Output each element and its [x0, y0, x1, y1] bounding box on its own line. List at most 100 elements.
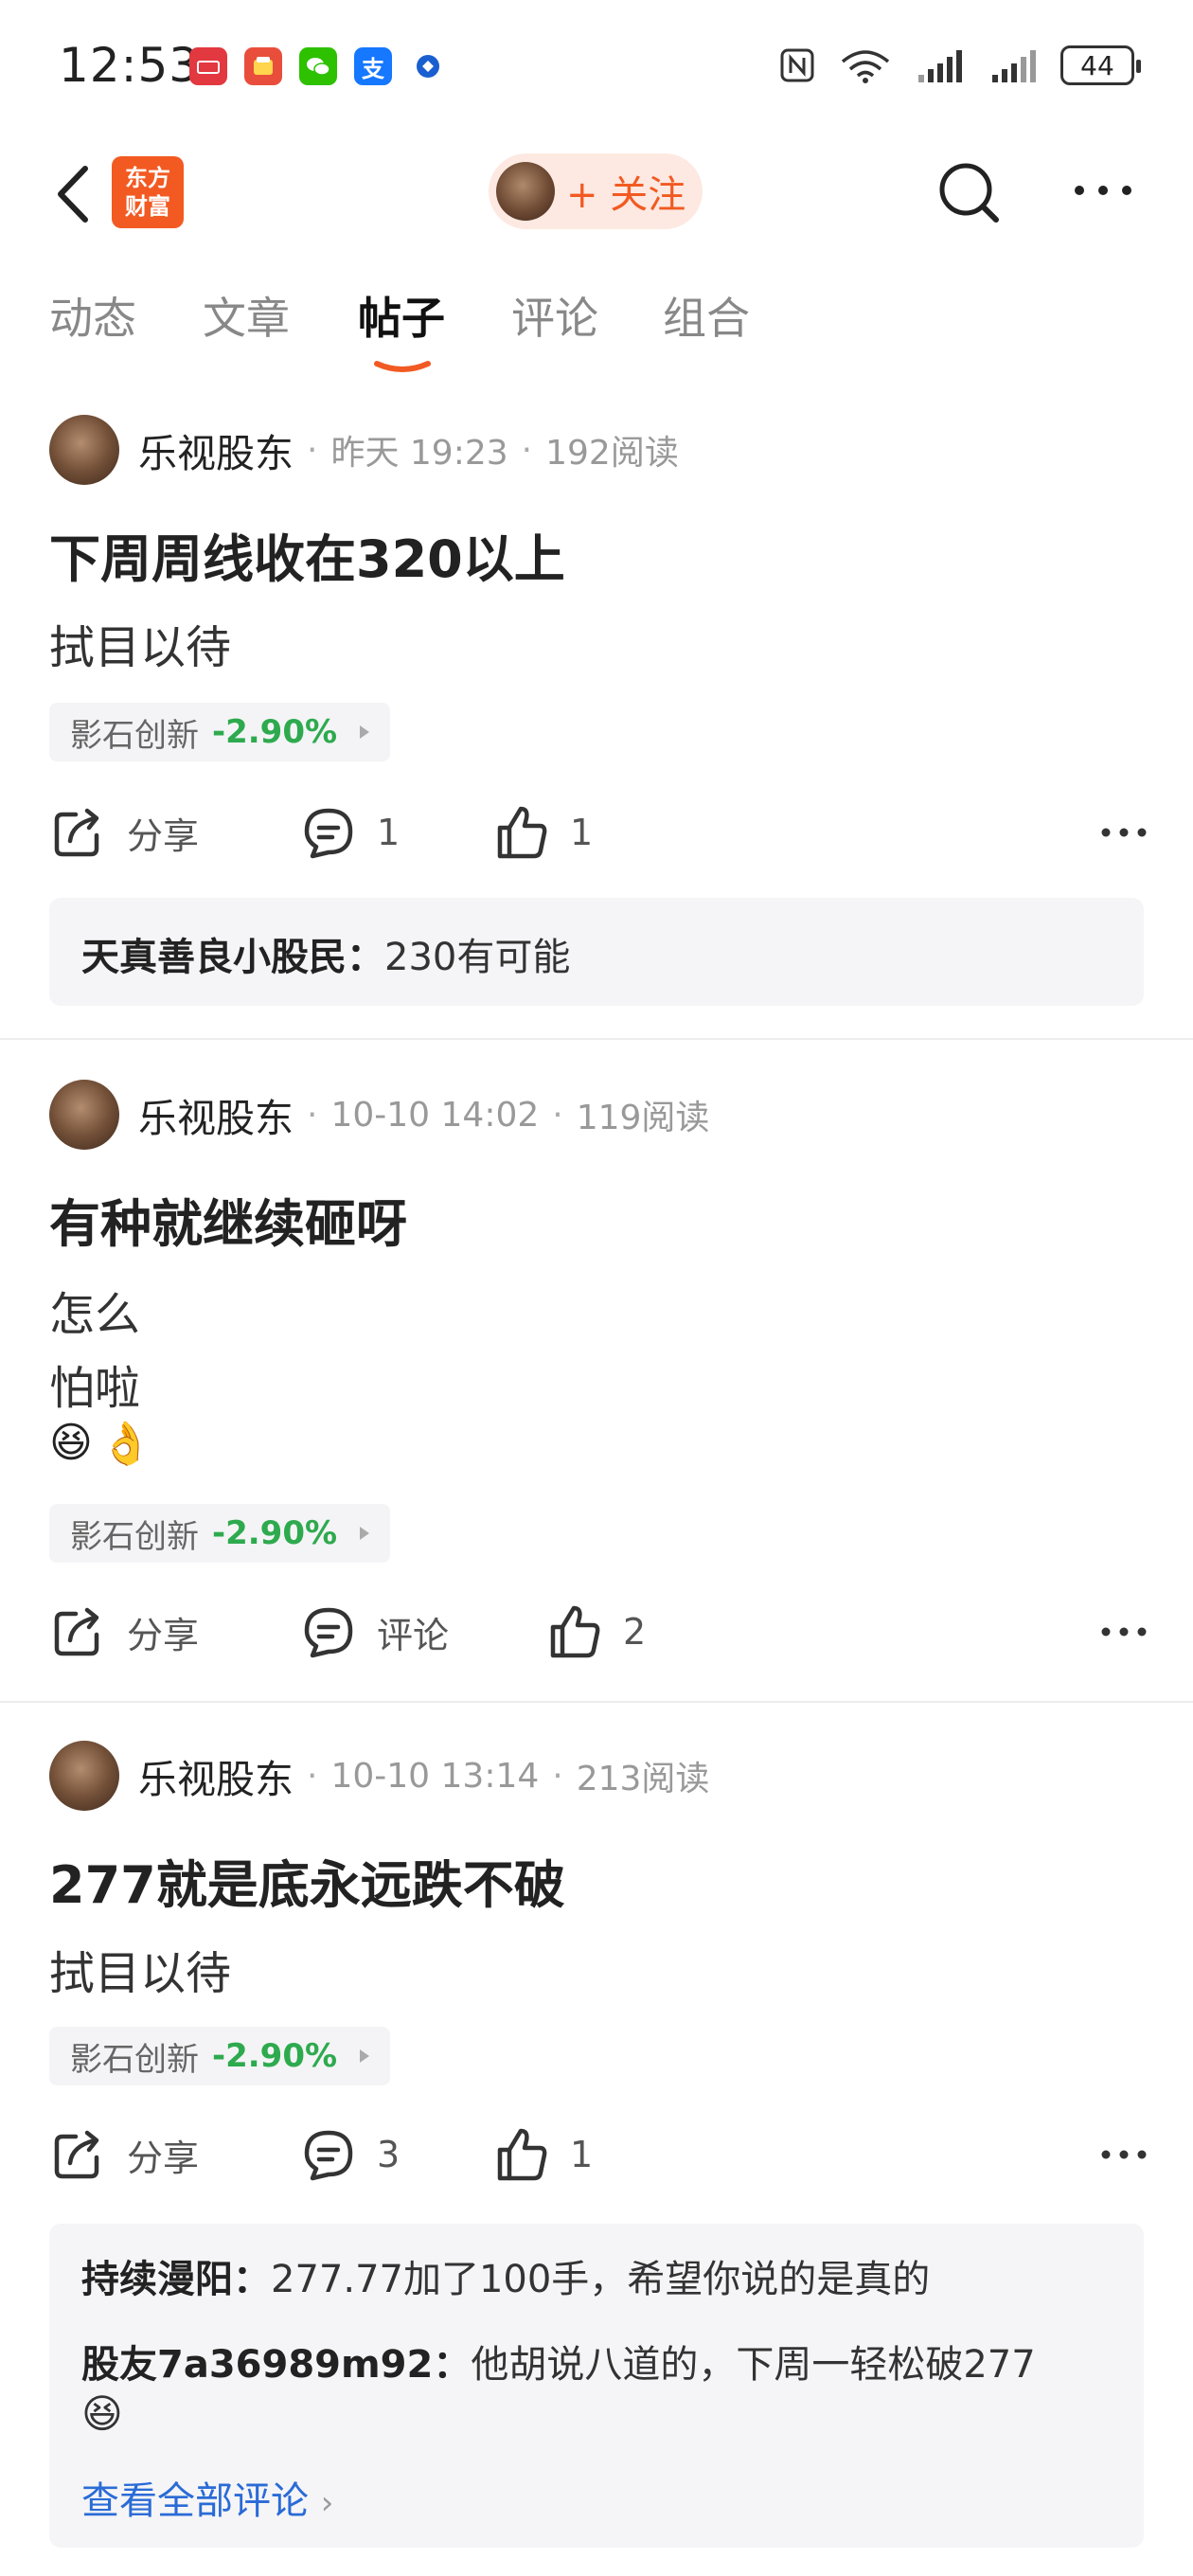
- share-label: 分享: [127, 1614, 200, 1656]
- eastmoney-logo: 东方 财富: [112, 156, 184, 228]
- play-arrow-icon: [360, 1527, 370, 1540]
- more-options-icon[interactable]: [1100, 1625, 1148, 1638]
- comment-preview[interactable]: 持续漫阳：277.77加了100手，希望你说的是真的 股友7a36989m92：…: [49, 2224, 1144, 2548]
- comment-icon: [304, 2130, 353, 2181]
- post-actions: 分享 评论 2: [49, 1602, 1148, 1669]
- comment-button[interactable]: 1: [299, 803, 400, 862]
- author-name[interactable]: 乐视股东: [138, 1086, 294, 1143]
- avatar: [496, 162, 555, 221]
- stock-change: -2.90%: [212, 2037, 338, 2075]
- avatar[interactable]: [49, 1741, 119, 1811]
- separator: ·: [307, 1756, 318, 1796]
- search-icon[interactable]: [934, 157, 1004, 227]
- tab-articles[interactable]: 文章: [203, 284, 290, 347]
- thumbs-up-icon: [550, 1605, 600, 1658]
- battery-level: 44: [1080, 49, 1114, 81]
- laughing-emoji-icon: 😆: [49, 1419, 93, 1467]
- comment-line: 股友7a36989m92：他胡说八道的，下周一轻松破277: [81, 2334, 1036, 2388]
- huawei-app-icon: [189, 47, 227, 85]
- post-meta: 乐视股东 · 昨天 19:23 · 192阅读: [49, 415, 679, 485]
- share-button[interactable]: 分享: [49, 2125, 199, 2184]
- comment-icon: [304, 808, 353, 859]
- comment-text: 他胡说八道的，下周一轻松破277: [471, 2343, 1036, 2387]
- avatar[interactable]: [49, 415, 119, 485]
- post-title[interactable]: 下周周线收在320以上: [49, 517, 565, 592]
- like-button[interactable]: 1: [492, 803, 593, 862]
- wifi-icon: [841, 50, 890, 83]
- more-icon[interactable]: [1070, 180, 1136, 201]
- share-button[interactable]: 分享: [49, 803, 199, 862]
- alipay-icon: 支: [354, 47, 392, 85]
- top-nav: 东方 财富 + 关注: [0, 142, 1193, 246]
- read-count: 192阅读: [545, 434, 679, 473]
- play-arrow-icon: [360, 2049, 370, 2063]
- taobao-app-icon: [244, 47, 282, 85]
- commenter-name[interactable]: 股友7a36989m92：: [81, 2343, 471, 2387]
- system-icons: 44: [778, 45, 1141, 85]
- follow-button[interactable]: + 关注: [489, 153, 703, 229]
- post-body: 拭目以待: [49, 1947, 232, 2000]
- view-all-comments-link[interactable]: 查看全部评论 ›: [81, 2470, 333, 2525]
- tab-comments[interactable]: 评论: [511, 284, 598, 347]
- like-button[interactable]: 1: [492, 2125, 593, 2184]
- battery-icon: 44: [1060, 45, 1141, 85]
- share-label: 分享: [127, 814, 200, 857]
- stock-name: 影石创新: [70, 1517, 199, 1556]
- tab-portfolio[interactable]: 组合: [663, 284, 750, 347]
- comment-text: 230有可能: [384, 936, 571, 979]
- post-title[interactable]: 277就是底永远跌不破: [49, 1843, 565, 1918]
- active-tab-indicator: [374, 361, 431, 372]
- comment-button[interactable]: 评论: [299, 1602, 449, 1661]
- post-body: 怎么: [49, 1288, 141, 1341]
- author-name[interactable]: 乐视股东: [138, 1747, 294, 1804]
- ok-hand-emoji-icon: 👌: [99, 1420, 152, 1468]
- stock-tag[interactable]: 影石创新 -2.90%: [49, 703, 391, 761]
- thumbs-up-icon: [497, 2128, 547, 2181]
- profile-tabs: 动态 文章 帖子 评论 组合: [0, 284, 1193, 379]
- avatar[interactable]: [49, 1080, 119, 1150]
- tab-posts[interactable]: 帖子: [358, 284, 445, 347]
- signal-icon: [918, 50, 962, 82]
- separator: ·: [521, 430, 533, 470]
- post-title[interactable]: 有种就继续砸呀: [49, 1182, 407, 1257]
- post-time: 10-10 13:14: [330, 1756, 540, 1796]
- view-all-label: 查看全部评论: [81, 2479, 309, 2523]
- separator: ·: [552, 1756, 563, 1796]
- divider: [0, 1701, 1193, 1703]
- back-arrow-icon[interactable]: [47, 161, 104, 227]
- nfc-icon: [780, 48, 814, 82]
- read-count: 213阅读: [576, 1760, 710, 1798]
- post-actions: 分享 3 1: [49, 2125, 1148, 2191]
- follow-label: + 关注: [566, 173, 686, 217]
- status-bar: 12:53 支 44: [0, 0, 1193, 133]
- browser-icon: [409, 47, 447, 85]
- stock-tag[interactable]: 影石创新 -2.90%: [49, 1504, 391, 1563]
- laughing-emoji-icon: 😆: [81, 2390, 123, 2437]
- post-time: 昨天 19:23: [330, 434, 508, 473]
- separator: ·: [552, 1095, 563, 1135]
- comment-line: 持续漫阳：277.77加了100手，希望你说的是真的: [81, 2248, 930, 2303]
- more-options-icon[interactable]: [1100, 826, 1148, 839]
- stock-tag[interactable]: 影石创新 -2.90%: [49, 2027, 391, 2085]
- comment-line: 天真善良小股民：230有可能: [81, 926, 570, 981]
- more-options-icon[interactable]: [1100, 2148, 1148, 2161]
- stock-change: -2.90%: [212, 1514, 338, 1552]
- post-body: 拭目以待: [49, 621, 232, 674]
- emoji-row: 😆 👌: [49, 1419, 152, 1468]
- post-time: 10-10 14:02: [330, 1095, 540, 1135]
- commenter-name[interactable]: 天真善良小股民：: [81, 936, 384, 979]
- like-button[interactable]: 2: [545, 1602, 646, 1661]
- play-arrow-icon: [360, 725, 370, 739]
- tab-dynamics[interactable]: 动态: [49, 284, 136, 347]
- comment-preview[interactable]: 天真善良小股民：230有可能: [49, 898, 1144, 1006]
- clock: 12:53: [59, 38, 201, 93]
- post-meta: 乐视股东 · 10-10 14:02 · 119阅读: [49, 1080, 709, 1150]
- commenter-name[interactable]: 持续漫阳：: [81, 2258, 271, 2301]
- share-button[interactable]: 分享: [49, 1602, 199, 1661]
- post-body: 怕啦: [49, 1362, 141, 1415]
- logo-text-2: 财富: [125, 193, 170, 220]
- share-icon: [54, 808, 99, 857]
- author-name[interactable]: 乐视股东: [138, 421, 294, 478]
- stock-change: -2.90%: [212, 713, 338, 751]
- comment-button[interactable]: 3: [299, 2125, 400, 2184]
